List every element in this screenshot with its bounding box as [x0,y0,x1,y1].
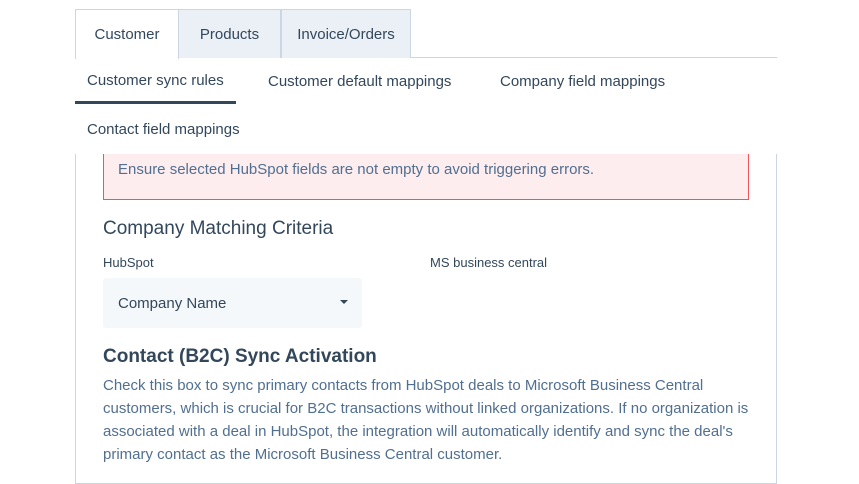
top-tab-bar: Customer Products Invoice/Orders [75,9,777,59]
tab-invoice-orders-label: Invoice/Orders [297,25,395,43]
subtab-company-field-mappings-label: Company field mappings [500,73,666,90]
subtab-company-field-mappings[interactable]: Company field mappings [500,73,665,90]
subtab-contact-field-mappings[interactable]: Contact field mappings [87,121,240,138]
hubspot-field-select-value: Company Name [118,294,227,312]
alert-text: Ensure selected HubSpot fields are not e… [118,161,595,178]
tab-invoice-orders[interactable]: Invoice/Orders [281,9,411,58]
subtab-customer-default-mappings-label: Customer default mappings [268,73,452,90]
tab-customer[interactable]: Customer [75,9,179,59]
b2c-sync-description: Check this box to sync primary contacts … [103,377,749,463]
subtab-contact-field-mappings-label: Contact field mappings [87,121,240,138]
b2c-sync-title: Contact (B2C) Sync Activation [103,346,377,367]
tab-products-label: Products [199,25,260,43]
hubspot-label: HubSpot [103,255,154,270]
tab-products[interactable]: Products [178,9,281,58]
company-matching-title: Company Matching Criteria [103,218,334,239]
subtab-customer-sync-rules[interactable]: Customer sync rules [75,72,236,104]
error-alert: Ensure selected HubSpot fields are not e… [103,154,749,200]
subtab-customer-default-mappings[interactable]: Customer default mappings [268,73,451,90]
ms-business-central-label: MS business central [430,255,548,270]
subtab-customer-sync-rules-label: Customer sync rules [87,72,224,89]
caret-down-icon [340,300,348,304]
tab-customer-label: Customer [94,26,160,43]
hubspot-field-select[interactable]: Company Name [103,278,362,328]
